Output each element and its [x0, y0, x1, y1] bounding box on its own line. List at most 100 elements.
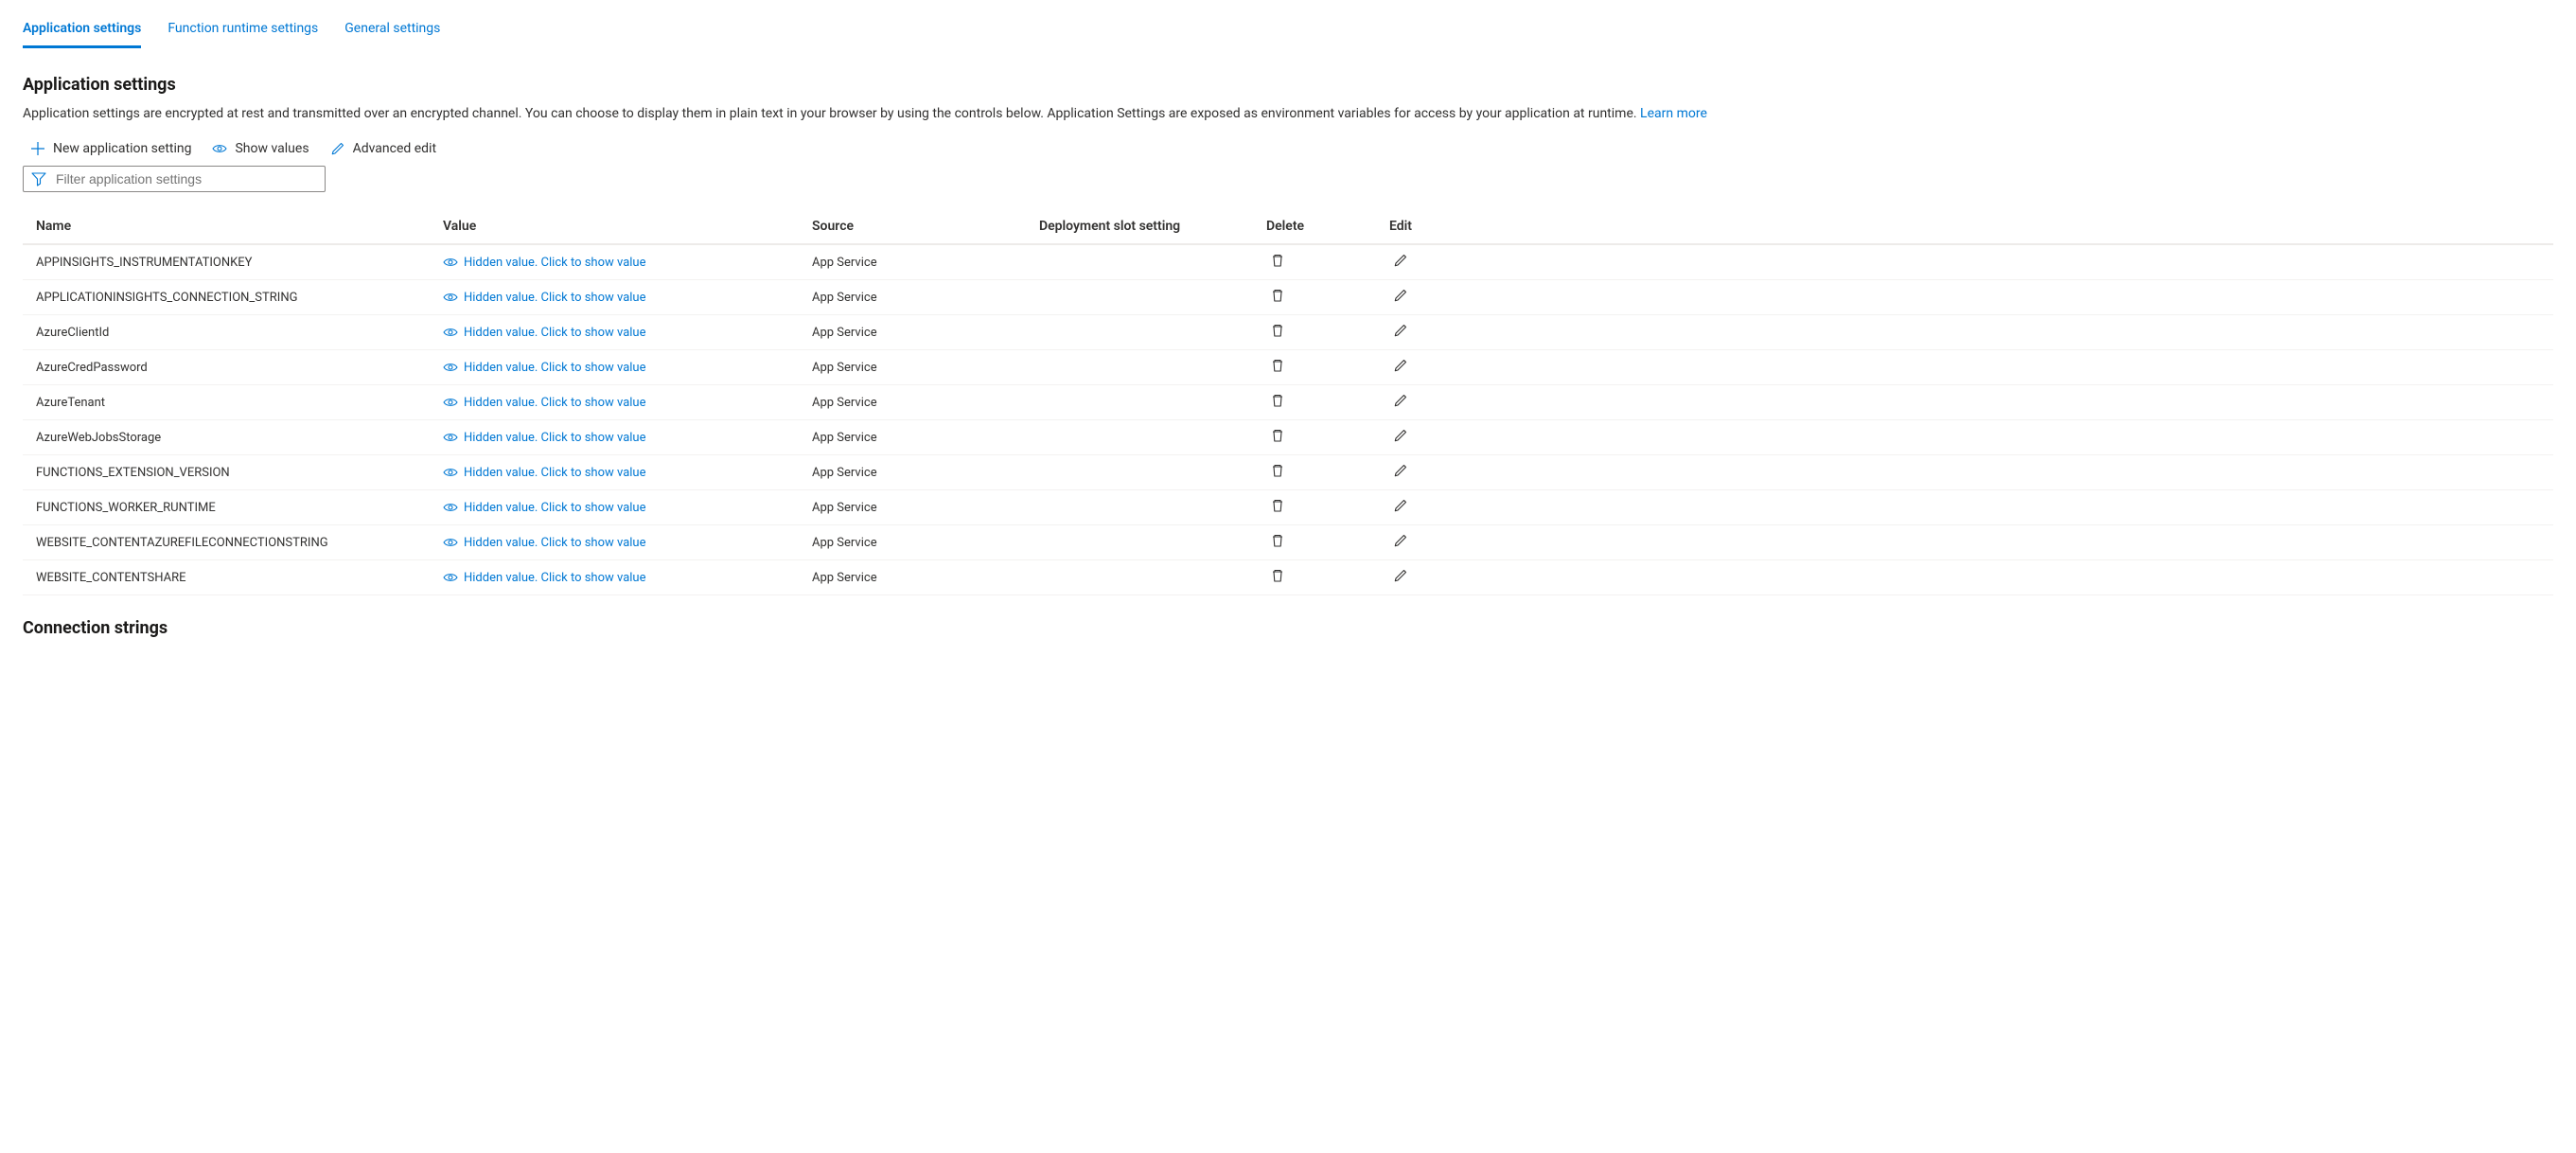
hidden-value-link[interactable]: Hidden value. Click to show value	[443, 256, 812, 270]
col-header-slot: Deployment slot setting	[1039, 219, 1266, 234]
hidden-value-text: Hidden value. Click to show value	[464, 466, 645, 480]
cell-source: App Service	[812, 291, 1039, 305]
cell-name: FUNCTIONS_WORKER_RUNTIME	[36, 501, 443, 515]
edit-button[interactable]	[1393, 253, 1408, 268]
cell-source: App Service	[812, 571, 1039, 585]
cell-source: App Service	[812, 361, 1039, 375]
delete-button[interactable]	[1270, 568, 1285, 583]
tab-application-settings[interactable]: Application settings	[23, 13, 141, 48]
cell-name: APPLICATIONINSIGHTS_CONNECTION_STRING	[36, 291, 443, 305]
hidden-value-text: Hidden value. Click to show value	[464, 291, 645, 305]
edit-button[interactable]	[1393, 323, 1408, 338]
new-application-setting-label: New application setting	[53, 141, 191, 156]
hidden-value-text: Hidden value. Click to show value	[464, 571, 645, 585]
learn-more-link[interactable]: Learn more	[1640, 106, 1707, 121]
hidden-value-text: Hidden value. Click to show value	[464, 396, 645, 410]
delete-button[interactable]	[1270, 393, 1285, 408]
hidden-value-link[interactable]: Hidden value. Click to show value	[443, 396, 812, 410]
hidden-value-link[interactable]: Hidden value. Click to show value	[443, 326, 812, 340]
delete-button[interactable]	[1270, 428, 1285, 443]
cell-source: App Service	[812, 326, 1039, 340]
edit-button[interactable]	[1393, 428, 1408, 443]
table-row: FUNCTIONS_EXTENSION_VERSION Hidden value.…	[23, 455, 2553, 490]
show-values-label: Show values	[235, 141, 309, 156]
hidden-value-link[interactable]: Hidden value. Click to show value	[443, 431, 812, 445]
cell-source: App Service	[812, 256, 1039, 270]
eye-icon	[443, 362, 458, 373]
eye-icon	[443, 467, 458, 478]
eye-icon	[443, 397, 458, 408]
hidden-value-text: Hidden value. Click to show value	[464, 361, 645, 375]
cell-source: App Service	[812, 431, 1039, 445]
pencil-icon	[330, 141, 345, 156]
table-row: AzureCredPassword Hidden value. Click to …	[23, 350, 2553, 385]
filter-input-wrap[interactable]	[23, 166, 326, 192]
table-row: AzureClientIdHidden value. Click to show…	[23, 315, 2553, 350]
cell-name: AzureCredPassword	[36, 361, 443, 375]
cell-source: App Service	[812, 501, 1039, 515]
hidden-value-text: Hidden value. Click to show value	[464, 326, 645, 340]
table-row: APPINSIGHTS_INSTRUMENTATIONKEYHidden val…	[23, 245, 2553, 280]
hidden-value-text: Hidden value. Click to show value	[464, 431, 645, 445]
cell-name: WEBSITE_CONTENTSHARE	[36, 571, 443, 585]
tab-general-settings[interactable]: General settings	[344, 13, 440, 48]
description-text: Application settings are encrypted at re…	[23, 106, 1640, 121]
edit-button[interactable]	[1393, 393, 1408, 408]
delete-button[interactable]	[1270, 323, 1285, 338]
cell-source: App Service	[812, 466, 1039, 480]
delete-button[interactable]	[1270, 463, 1285, 478]
section-description: Application settings are encrypted at re…	[23, 104, 2553, 124]
eye-icon	[212, 141, 227, 156]
filter-input[interactable]	[54, 170, 317, 187]
col-header-name: Name	[36, 219, 443, 234]
delete-button[interactable]	[1270, 358, 1285, 373]
hidden-value-link[interactable]: Hidden value. Click to show value	[443, 466, 812, 480]
edit-button[interactable]	[1393, 498, 1408, 513]
delete-button[interactable]	[1270, 533, 1285, 548]
tab-function-runtime-settings[interactable]: Function runtime settings	[168, 13, 318, 48]
app-settings-toolbar: New application setting Show values Adva…	[30, 141, 2553, 156]
funnel-icon	[31, 171, 46, 186]
settings-tabs: Application settings Function runtime se…	[23, 0, 2553, 48]
app-settings-table: Name Value Source Deployment slot settin…	[23, 209, 2553, 595]
delete-button[interactable]	[1270, 253, 1285, 268]
edit-button[interactable]	[1393, 463, 1408, 478]
edit-button[interactable]	[1393, 568, 1408, 583]
col-header-source: Source	[812, 219, 1039, 234]
section-title: Application settings	[23, 75, 2553, 95]
show-values-button[interactable]: Show values	[212, 141, 309, 156]
table-row: AzureWebJobsStorage Hidden value. Click t…	[23, 420, 2553, 455]
hidden-value-text: Hidden value. Click to show value	[464, 536, 645, 550]
edit-button[interactable]	[1393, 288, 1408, 303]
table-row: FUNCTIONS_WORKER_RUNTIME Hidden value. Cl…	[23, 490, 2553, 525]
edit-button[interactable]	[1393, 358, 1408, 373]
eye-icon	[443, 292, 458, 303]
hidden-value-link[interactable]: Hidden value. Click to show value	[443, 501, 812, 515]
table-row: AzureTenant Hidden value. Click to show v…	[23, 385, 2553, 420]
new-application-setting-button[interactable]: New application setting	[30, 141, 191, 156]
eye-icon	[443, 502, 458, 513]
col-header-delete: Delete	[1266, 219, 1389, 234]
hidden-value-link[interactable]: Hidden value. Click to show value	[443, 361, 812, 375]
cell-source: App Service	[812, 536, 1039, 550]
cell-name: FUNCTIONS_EXTENSION_VERSION	[36, 466, 443, 480]
delete-button[interactable]	[1270, 498, 1285, 513]
hidden-value-link[interactable]: Hidden value. Click to show value	[443, 536, 812, 550]
eye-icon	[443, 327, 458, 338]
connection-strings-title: Connection strings	[23, 618, 2553, 638]
table-row: APPLICATIONINSIGHTS_CONNECTION_STRING Hid…	[23, 280, 2553, 315]
advanced-edit-button[interactable]: Advanced edit	[330, 141, 436, 156]
table-row: WEBSITE_CONTENTAZUREFILECONNECTIONSTRING…	[23, 525, 2553, 560]
cell-name: AzureWebJobsStorage	[36, 431, 443, 445]
eye-icon	[443, 257, 458, 268]
cell-name: AzureTenant	[36, 396, 443, 410]
hidden-value-link[interactable]: Hidden value. Click to show value	[443, 571, 812, 585]
delete-button[interactable]	[1270, 288, 1285, 303]
hidden-value-link[interactable]: Hidden value. Click to show value	[443, 291, 812, 305]
edit-button[interactable]	[1393, 533, 1408, 548]
table-header: Name Value Source Deployment slot settin…	[23, 209, 2553, 245]
plus-icon	[30, 141, 45, 156]
hidden-value-text: Hidden value. Click to show value	[464, 501, 645, 515]
eye-icon	[443, 537, 458, 548]
cell-name: APPINSIGHTS_INSTRUMENTATIONKEY	[36, 256, 443, 270]
